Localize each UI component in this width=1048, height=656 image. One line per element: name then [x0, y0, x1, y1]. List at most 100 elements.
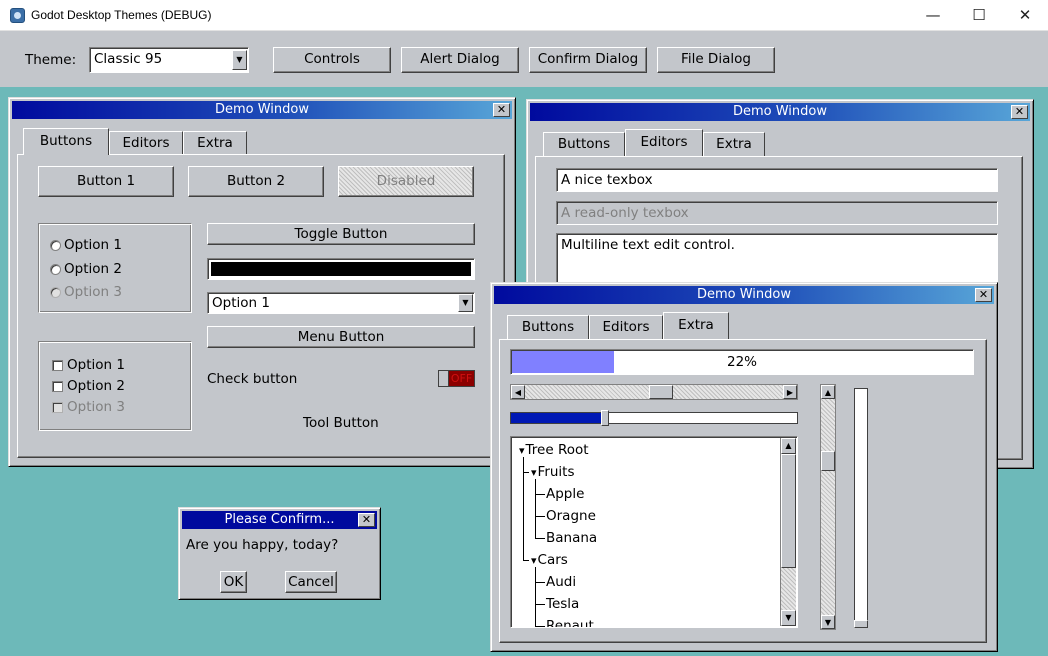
slider-grabber[interactable]	[601, 410, 610, 426]
window-title: Demo Window	[214, 102, 309, 117]
tool-button[interactable]: Tool Button	[303, 415, 379, 431]
scroll-left-icon[interactable]: ◀	[511, 385, 525, 399]
tab-editors[interactable]: Editors	[109, 131, 183, 155]
tree-item[interactable]: Tesla	[543, 593, 579, 615]
os-window-title: Godot Desktop Themes (DEBUG)	[31, 8, 212, 22]
tree-item[interactable]: Banana	[543, 527, 597, 549]
chevron-down-icon[interactable]: ▼	[458, 294, 473, 312]
color-picker-button[interactable]	[207, 258, 475, 280]
close-icon[interactable]: ✕	[975, 288, 992, 302]
minimize-button[interactable]: —	[910, 0, 956, 31]
dialog-title: Please Confirm...	[224, 512, 335, 527]
scroll-thumb[interactable]	[821, 451, 835, 471]
os-title-bar: Godot Desktop Themes (DEBUG) — ☐ ✕	[0, 0, 1048, 31]
scroll-right-icon[interactable]: ▶	[783, 385, 797, 399]
tree-item[interactable]: Renaut	[543, 615, 594, 627]
godot-app-icon	[10, 8, 25, 23]
close-button[interactable]: ✕	[1002, 0, 1048, 31]
radio-option-3	[50, 287, 61, 298]
expand-arrow-icon[interactable]: ▾	[531, 466, 537, 479]
tab-editors[interactable]: Editors	[625, 129, 703, 156]
theme-select-value: Classic 95	[94, 51, 163, 67]
tab-buttons[interactable]: Buttons	[543, 132, 625, 156]
tree-connector	[535, 538, 545, 539]
tree-item[interactable]: Audi	[543, 571, 576, 593]
button-1[interactable]: Button 1	[38, 166, 174, 197]
horizontal-scrollbar[interactable]: ◀ ▶	[510, 384, 798, 400]
menu-button[interactable]: Menu Button	[207, 326, 475, 348]
dialog-title-bar[interactable]: Please Confirm... ✕	[182, 511, 377, 529]
tree-item-label: Oragne	[546, 508, 596, 524]
tab-buttons[interactable]: Buttons	[507, 315, 589, 339]
tree-vertical-scrollbar[interactable]: ▲ ▼	[780, 438, 796, 626]
alert-dialog-button[interactable]: Alert Dialog	[401, 47, 519, 73]
tab-extra[interactable]: Extra	[183, 131, 247, 155]
toggle-button[interactable]: Toggle Button	[207, 223, 475, 245]
tree-connector	[535, 516, 545, 517]
checkbox-label: Option 3	[67, 399, 125, 415]
tree-item[interactable]: ▾Tree Root	[519, 439, 589, 461]
confirm-dialog-button[interactable]: Confirm Dialog	[529, 47, 647, 73]
ok-button[interactable]: OK	[220, 571, 247, 593]
tree-connector	[535, 626, 545, 627]
tab-extra[interactable]: Extra	[703, 132, 765, 156]
tree-connector	[535, 566, 536, 627]
radio-label: Option 1	[64, 237, 122, 253]
close-icon[interactable]: ✕	[1011, 105, 1028, 119]
close-icon[interactable]: ✕	[493, 103, 510, 117]
demo-window-extra: Demo Window ✕ Buttons Editors Extra 22% …	[490, 282, 998, 652]
scroll-thumb[interactable]	[781, 454, 796, 568]
chevron-down-icon[interactable]: ▼	[232, 50, 247, 70]
tree-item[interactable]: ▾Fruits	[531, 461, 575, 483]
check-button-switch[interactable]: OFF	[438, 370, 475, 387]
horizontal-slider[interactable]	[510, 410, 798, 426]
tree-connector	[535, 604, 545, 605]
tree-item-label: Apple	[546, 486, 585, 502]
radio-option-1[interactable]	[50, 240, 61, 251]
tab-extra[interactable]: Extra	[663, 312, 729, 339]
tree-item[interactable]: Apple	[543, 483, 584, 505]
confirm-dialog: Please Confirm... ✕ Are you happy, today…	[178, 507, 381, 600]
window-title-bar[interactable]: Demo Window ✕	[494, 286, 994, 304]
disabled-button: Disabled	[338, 166, 474, 197]
theme-label: Theme:	[25, 52, 77, 68]
scroll-up-icon[interactable]: ▲	[781, 438, 796, 454]
maximize-button[interactable]: ☐	[956, 0, 1002, 31]
radio-option-2[interactable]	[50, 264, 61, 275]
multiline-value: Multiline text edit control.	[561, 237, 735, 253]
tree-view[interactable]: ▾Tree Root ▾Fruits Apple Oragne Banana ▾Cars A…	[510, 436, 798, 628]
window-title-bar[interactable]: Demo Window ✕	[12, 101, 512, 119]
window-title-bar[interactable]: Demo Window ✕	[530, 103, 1030, 121]
scroll-thumb[interactable]	[649, 385, 673, 399]
scroll-up-icon[interactable]: ▲	[821, 385, 835, 399]
tree-item[interactable]: ▾Cars	[531, 549, 568, 571]
checkbox-label: Option 1	[67, 357, 125, 373]
progress-bar: 22%	[510, 349, 974, 375]
vertical-scrollbar[interactable]: ▲ ▼	[820, 384, 836, 630]
button-2[interactable]: Button 2	[188, 166, 324, 197]
tree-connector	[523, 560, 529, 561]
cancel-button[interactable]: Cancel	[285, 571, 337, 593]
tree-connector	[535, 478, 536, 538]
checkbox-group: Option 1 Option 2 Option 3	[38, 341, 192, 431]
file-dialog-button[interactable]: File Dialog	[657, 47, 775, 73]
toolbar: Theme: Classic 95 ▼ Controls Alert Dialo…	[0, 31, 1048, 87]
slider-grabber[interactable]	[854, 620, 868, 628]
expand-arrow-icon[interactable]: ▾	[531, 554, 537, 567]
textbox[interactable]: A nice texbox	[556, 168, 998, 192]
checkbox-option-1[interactable]	[52, 360, 63, 371]
scroll-down-icon[interactable]: ▼	[781, 610, 796, 626]
close-icon[interactable]: ✕	[358, 513, 375, 527]
tab-panel: 22% ◀ ▶ ▾Tree Root ▾Fruits Apple Oragne Bana…	[499, 339, 987, 643]
vertical-slider[interactable]	[854, 388, 868, 628]
expand-arrow-icon[interactable]: ▾	[519, 444, 525, 457]
scroll-down-icon[interactable]: ▼	[821, 615, 835, 629]
option-select[interactable]: Option 1 ▼	[207, 292, 475, 314]
theme-select[interactable]: Classic 95 ▼	[89, 47, 249, 73]
tab-buttons[interactable]: Buttons	[23, 128, 109, 155]
controls-button[interactable]: Controls	[273, 47, 391, 73]
tree-item[interactable]: Oragne	[543, 505, 596, 527]
progress-label: 22%	[726, 354, 757, 370]
checkbox-option-2[interactable]	[52, 381, 63, 392]
tab-editors[interactable]: Editors	[589, 315, 663, 339]
